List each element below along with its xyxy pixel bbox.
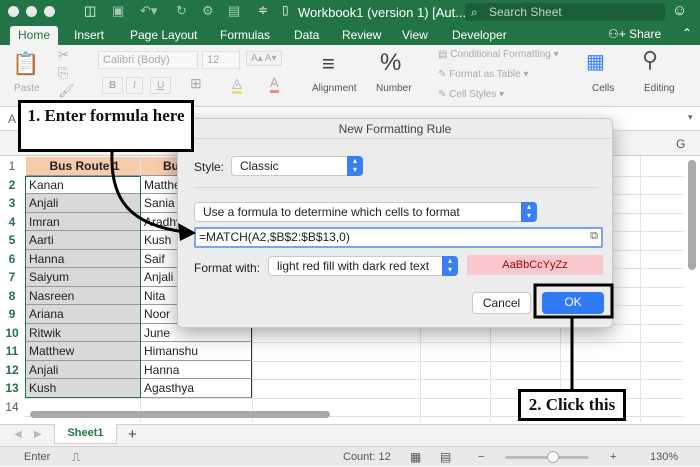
ok-highlight-box xyxy=(533,283,614,319)
zoom-out-button[interactable]: − xyxy=(478,447,484,467)
zoom-level: 130% xyxy=(650,451,679,463)
callout-step-2: 2. Click this xyxy=(518,389,626,421)
zoom-in-button[interactable]: + xyxy=(610,447,616,467)
next-sheet-icon[interactable]: ▶ xyxy=(34,429,42,440)
status-mode: Enter xyxy=(24,451,51,463)
zoom-slider[interactable] xyxy=(505,451,589,463)
status-count: Count: 12 xyxy=(343,451,391,463)
page-layout-view-icon[interactable]: ▤ xyxy=(440,447,451,467)
sheet-tab-sheet1[interactable]: Sheet1 xyxy=(54,424,117,444)
arrowhead-icon xyxy=(178,223,196,241)
normal-view-icon[interactable]: ▦ xyxy=(410,447,421,467)
arrow-to-formula xyxy=(110,151,186,234)
zoom-slider-thumb[interactable] xyxy=(547,451,559,463)
add-sheet-button[interactable]: + xyxy=(128,426,137,443)
macro-record-icon[interactable]: ⎍ xyxy=(72,447,80,467)
sheet-tab-bar: ◀ ▶ Sheet1 + xyxy=(0,424,700,446)
status-bar: Enter ⎍ Count: 12 ▦ ▤ − + 130% xyxy=(0,446,700,466)
prev-sheet-icon[interactable]: ◀ xyxy=(14,429,22,440)
